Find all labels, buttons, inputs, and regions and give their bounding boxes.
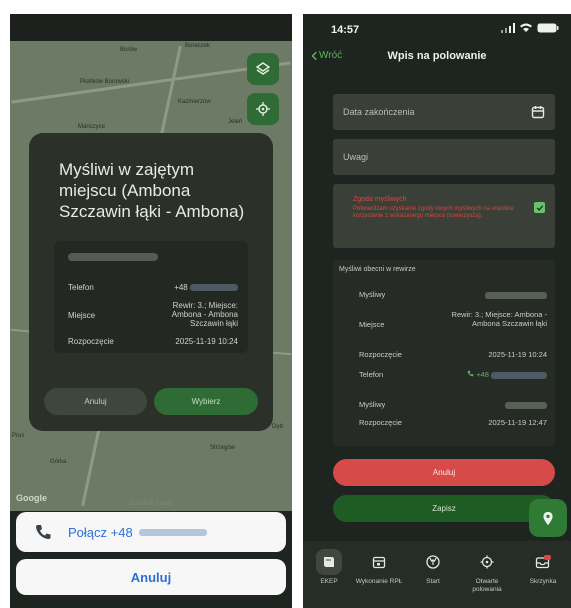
hunters-consent[interactable]: Zgoda myśliwych Potwierdzam uzyskanie zg… xyxy=(333,184,555,248)
phone-icon xyxy=(467,370,474,377)
end-date-field[interactable]: Data zakończenia xyxy=(333,94,555,130)
consent-text: Potwierdzam uzyskanie zgody innych myśli… xyxy=(353,206,514,219)
tab-wykonanie[interactable]: Wykonanie RPŁ xyxy=(355,549,403,586)
info-phone[interactable]: +48 xyxy=(174,283,238,292)
tab-otwarte[interactable]: Otwarte polowania xyxy=(463,549,511,594)
crosshair-icon xyxy=(256,102,270,116)
dialog-cancel-button[interactable]: Anuluj xyxy=(44,388,147,415)
hunters-title: Myśliwi obecni w rewirze xyxy=(339,266,416,273)
map-location-button[interactable] xyxy=(529,499,567,537)
map-label: Górka xyxy=(50,459,67,465)
book-icon xyxy=(324,557,334,567)
hunter-info-box: Telefon +48 Miejsce Rewir: 3.; Miejsce: … xyxy=(54,241,248,353)
inbox-icon xyxy=(535,555,551,569)
map-label: Piotrków Borowski xyxy=(80,79,130,85)
occupied-place-dialog: Myśliwi w zajętym miejscu (Ambona Szczaw… xyxy=(29,133,273,431)
map-label: Jeleń xyxy=(228,119,243,125)
tab-ekep[interactable]: EKEP xyxy=(305,549,353,586)
hunter-name-redacted xyxy=(68,253,158,261)
hunter-name-redacted xyxy=(505,400,547,409)
tab-start[interactable]: Start xyxy=(409,549,457,586)
start-label: Rozpoczęcie xyxy=(359,350,402,359)
phone-number-redacted xyxy=(491,371,547,379)
map-label: Kazmierzów xyxy=(178,99,211,105)
status-time: 14:57 xyxy=(331,24,360,36)
phone-link[interactable]: +48 xyxy=(467,370,547,379)
hunter-name-redacted xyxy=(485,290,547,299)
save-button[interactable]: Zapisz xyxy=(333,495,555,522)
hunters-present-panel: Myśliwi obecni w rewirze Myśliwy Miejsce… xyxy=(333,260,555,446)
tab-skrzynka[interactable]: Skrzynka xyxy=(519,549,567,586)
info-place: Rewir: 3.; Miejsce: Ambona - Ambona Szcz… xyxy=(171,301,238,328)
consent-title: Zgoda myśliwych xyxy=(353,196,407,203)
phone-icon xyxy=(36,525,51,539)
left-screen: Borów Boreczek Piotrków Borowski Kazmier… xyxy=(10,14,292,608)
locate-button[interactable] xyxy=(247,93,279,125)
call-action[interactable]: Połącz +48 xyxy=(16,512,286,552)
hunter-label: Myśliwy xyxy=(359,400,386,409)
hunter-label: Myśliwy xyxy=(359,290,386,299)
info-start: 2025-11-19 10:24 xyxy=(175,337,238,346)
start-value: 2025-11-19 10:24 xyxy=(488,350,547,359)
start-value: 2025-11-19 12:47 xyxy=(488,418,547,427)
start-label: Rozpoczęcie xyxy=(359,418,402,427)
end-date-placeholder: Data zakończenia xyxy=(343,107,415,117)
phone-prefix: +48 xyxy=(174,283,188,292)
bottom-tab-bar: EKEP Wykonanie RPŁ Start Otwarte polowan… xyxy=(303,541,571,608)
info-label: Telefon xyxy=(68,283,94,292)
info-label: Miejsce xyxy=(68,311,96,320)
notes-placeholder: Uwagi xyxy=(343,152,369,162)
phone-label: Telefon xyxy=(359,370,384,379)
map-label: Prus xyxy=(12,433,25,439)
nav-bar: Wróć Wpis na polowanie xyxy=(303,50,571,68)
dialog-title: Myśliwi w zajętym miejscu (Ambona Szczaw… xyxy=(59,160,245,221)
right-screen: 14:57 Wróć Wpis na polowanie Data zakońc… xyxy=(303,14,571,608)
close-map-label[interactable]: Zamknij mapy xyxy=(10,500,292,507)
wifi-icon xyxy=(520,23,532,32)
cancel-button[interactable]: Anuluj xyxy=(333,459,555,486)
layers-icon xyxy=(255,62,271,75)
layers-button[interactable] xyxy=(247,53,279,85)
status-icons xyxy=(501,23,559,33)
map-label: Strzegów xyxy=(210,445,236,451)
deer-icon xyxy=(426,555,440,569)
tab-label: Otwarte polowania xyxy=(472,578,502,593)
map-label: Mariczyce xyxy=(78,124,106,130)
phone-number-redacted xyxy=(138,528,207,536)
phone-prefix: +48 xyxy=(476,370,489,379)
calendar-icon[interactable] xyxy=(531,105,545,119)
checkmark-icon xyxy=(536,204,543,211)
map-pin-icon xyxy=(543,511,553,525)
dialog-select-button[interactable]: Wybierz xyxy=(154,388,258,415)
target-icon xyxy=(480,555,494,569)
call-label: Połącz +48 xyxy=(68,524,133,540)
tab-label: Skrzynka xyxy=(529,578,557,585)
consent-checkbox[interactable] xyxy=(534,202,545,213)
place-label: Miejsce xyxy=(359,320,385,329)
place-value: Rewir: 3.; Miejsce: Ambona - Ambona Szcz… xyxy=(451,310,547,328)
map-label: Dęb xyxy=(272,424,284,430)
top-bar xyxy=(10,14,292,41)
map-label: Boreczek xyxy=(185,43,211,49)
sheet-cancel-button[interactable]: Anuluj xyxy=(16,559,286,595)
notes-field[interactable]: Uwagi xyxy=(333,139,555,175)
phone-number-redacted xyxy=(190,284,238,292)
signal-icon xyxy=(501,23,515,33)
map-label: Borów xyxy=(120,47,138,53)
tab-label: Wykonanie RPŁ xyxy=(355,578,403,585)
calendar-icon xyxy=(372,556,386,569)
battery-icon xyxy=(537,23,559,33)
tab-label: EKEP xyxy=(320,578,338,585)
info-label: Rozpoczęcie xyxy=(68,337,114,346)
tab-label: Start xyxy=(426,578,440,585)
page-title: Wpis na polowanie xyxy=(387,50,487,62)
